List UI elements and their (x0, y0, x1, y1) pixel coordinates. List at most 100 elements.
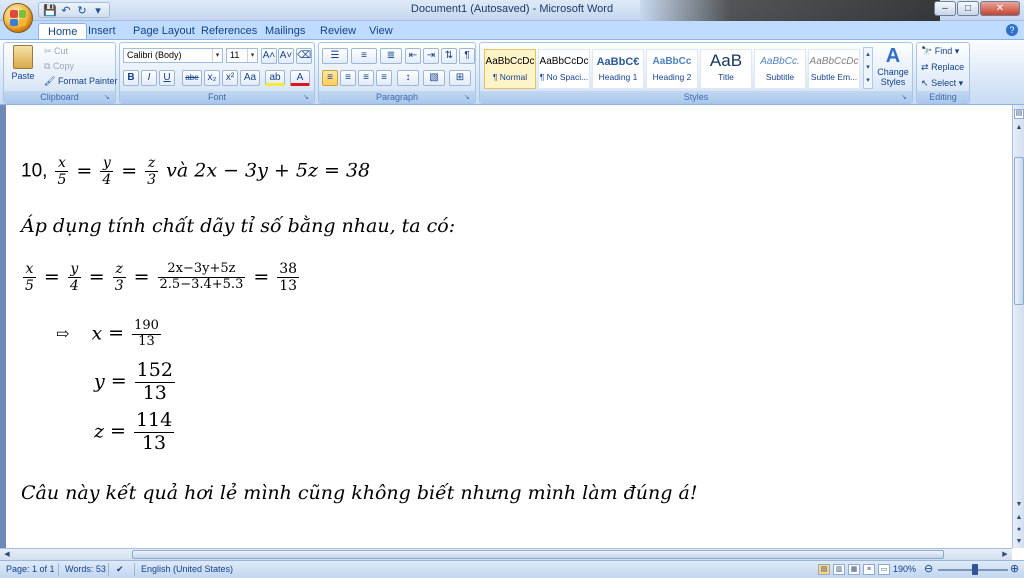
bullets-button[interactable]: ☰ (322, 48, 348, 64)
print-layout-icon[interactable]: ▤ (818, 564, 830, 575)
fraction-152-13: 152 13 (134, 359, 175, 404)
word-count[interactable]: Words: 53 (65, 564, 106, 574)
decrease-indent-button[interactable]: ⇤ (405, 48, 421, 64)
zoom-out-icon[interactable]: ⊖ (924, 562, 933, 575)
align-right-button[interactable]: ≡ (358, 70, 374, 86)
full-screen-reading-icon[interactable]: ▥ (833, 564, 845, 575)
align-center-button[interactable]: ≡ (340, 70, 356, 86)
tab-mailings[interactable]: Mailings (265, 23, 305, 39)
increase-indent-button[interactable]: ⇥ (423, 48, 439, 64)
format-painter-button[interactable]: 🖌 Format Painter (44, 76, 117, 87)
close-button[interactable]: ✕ (980, 1, 1020, 16)
fraction-combined: 2x−3y+5z 2.5−3.4+5.3 (157, 261, 246, 293)
font-color-button[interactable]: A (290, 70, 310, 86)
tab-home[interactable]: Home (38, 23, 88, 39)
find-button[interactable]: 🔭 Find ▾ (921, 46, 959, 57)
align-left-button[interactable]: ≡ (322, 70, 338, 86)
select-button[interactable]: ↖ Select ▾ (921, 78, 963, 89)
fraction-x-5: x5 (23, 261, 36, 295)
font-group: Calibri (Body) ▾ 11 ▾ A˄ A˅ ⌫ B I U abe x₂… (119, 42, 315, 104)
font-launcher-icon[interactable]: ↘ (303, 93, 312, 102)
highlight-button[interactable]: ab (265, 70, 285, 86)
show-marks-button[interactable]: ¶ (459, 48, 475, 64)
web-layout-icon[interactable]: ▦ (848, 564, 860, 575)
clear-formatting-button[interactable]: ⌫ (296, 48, 312, 64)
styles-launcher-icon[interactable]: ↘ (901, 93, 910, 102)
ribbon-tabs: Home Insert Page Layout References Maili… (0, 21, 1024, 39)
document-page[interactable]: 10, x 5 = y 4 = z 3 và 2x − 3y + 5z = 38 Áp dụn… (0, 105, 1012, 548)
paste-button[interactable]: Paste (8, 45, 38, 81)
paragraph-launcher-icon[interactable]: ↘ (464, 93, 473, 102)
tab-references[interactable]: References (201, 23, 257, 39)
ruler-icon[interactable]: ▤ (1014, 109, 1024, 119)
font-name-combo[interactable]: Calibri (Body) ▾ (123, 48, 223, 63)
horizontal-scrollbar[interactable]: ◀ ▶ (0, 548, 1012, 560)
style-subtle-emphasis[interactable]: AaBbCcDc Subtle Em... (808, 49, 860, 89)
proofing-icon[interactable]: ✔ (116, 564, 124, 575)
problem-line: 10, x 5 = y 4 = z 3 và 2x − 3y + 5z = 38 (21, 155, 371, 189)
page-count[interactable]: Page: 1 of 1 (6, 564, 55, 574)
font-size-combo[interactable]: 11 ▾ (226, 48, 258, 63)
help-icon[interactable]: ? (1006, 24, 1018, 36)
style-title[interactable]: AaB Title (700, 49, 752, 89)
draft-icon[interactable]: ▭ (878, 564, 890, 575)
scroll-down-icon[interactable]: ▼ (1014, 500, 1024, 510)
zoom-slider-handle[interactable] (972, 564, 978, 575)
copy-button[interactable]: ⧉ Copy (44, 61, 74, 72)
tab-review[interactable]: Review (320, 23, 356, 39)
fraction-y-4: y4 (100, 155, 114, 189)
zoom-in-icon[interactable]: ⊕ (1010, 562, 1019, 575)
style-heading-2[interactable]: AaBbCc Heading 2 (646, 49, 698, 89)
italic-button[interactable]: I (141, 70, 157, 86)
line-spacing-button[interactable]: ↕ (397, 70, 419, 86)
numbering-button[interactable]: ≡ (351, 48, 377, 64)
arrow-right-icon: ⇨ (56, 324, 70, 344)
chevron-down-icon: ▾ (247, 49, 257, 62)
next-page-icon[interactable]: ▼ (1014, 537, 1024, 547)
outline-icon[interactable]: ≡ (863, 564, 875, 575)
tab-view[interactable]: View (369, 23, 393, 39)
clipboard-launcher-icon[interactable]: ↘ (104, 93, 113, 102)
scroll-left-icon[interactable]: ◀ (2, 549, 12, 560)
clipboard-group: Paste ✂ Cut ⧉ Copy 🖌 Format Painter Clip… (3, 42, 117, 104)
language-indicator[interactable]: English (United States) (141, 564, 233, 574)
bold-button[interactable]: B (123, 70, 139, 86)
eraser-icon: ⌫ (296, 48, 312, 64)
style-normal[interactable]: AaBbCcDc ¶ Normal (484, 49, 536, 89)
cut-button[interactable]: ✂ Cut (44, 46, 68, 57)
subscript-button[interactable]: x₂ (204, 70, 220, 86)
shading-button[interactable]: ▧ (423, 70, 445, 86)
browse-object-icon[interactable]: ● (1014, 525, 1024, 535)
underline-button[interactable]: U (159, 70, 175, 86)
strikethrough-button[interactable]: abe (182, 70, 202, 86)
tab-page-layout[interactable]: Page Layout (133, 23, 195, 39)
style-no-spacing[interactable]: AaBbCcDc ¶ No Spaci... (538, 49, 590, 89)
style-subtitle[interactable]: AaBbCc. Subtitle (754, 49, 806, 89)
multilevel-list-button[interactable]: ≣ (380, 48, 402, 64)
change-case-button[interactable]: Aa (240, 70, 260, 86)
minimize-button[interactable]: – (934, 1, 956, 16)
office-button[interactable] (3, 3, 33, 33)
superscript-button[interactable]: x² (222, 70, 238, 86)
zoom-level[interactable]: 190% (893, 564, 916, 574)
editing-group: 🔭 Find ▾ ⇄ Replace ↖ Select ▾ Editing (916, 42, 970, 104)
grow-font-button[interactable]: A˄ (261, 48, 277, 64)
scroll-up-icon[interactable]: ▲ (1014, 123, 1024, 133)
vertical-scrollbar[interactable]: ▤ ▲ ▼ ▲ ● ▼ (1012, 105, 1024, 548)
style-heading-1[interactable]: AaBbC€ Heading 1 (592, 49, 644, 89)
scroll-right-icon[interactable]: ▶ (1000, 549, 1010, 560)
clipboard-icon (13, 45, 33, 69)
styles-gallery-scroll[interactable]: ▴ ▾ ▾ (863, 47, 873, 89)
brush-icon: 🖌 (44, 76, 58, 86)
shrink-font-button[interactable]: A˅ (278, 48, 294, 64)
replace-button[interactable]: ⇄ Replace (921, 62, 964, 73)
tab-insert[interactable]: Insert (88, 23, 116, 39)
justify-button[interactable]: ≡ (376, 70, 392, 86)
previous-page-icon[interactable]: ▲ (1014, 513, 1024, 523)
horizontal-scroll-thumb[interactable] (132, 550, 944, 559)
maximize-button[interactable]: □ (957, 1, 979, 16)
change-styles-button[interactable]: A Change Styles (876, 45, 910, 87)
sort-button[interactable]: ⇅ (441, 48, 457, 64)
borders-button[interactable]: ⊞ (449, 70, 471, 86)
vertical-scroll-thumb[interactable] (1014, 157, 1024, 305)
